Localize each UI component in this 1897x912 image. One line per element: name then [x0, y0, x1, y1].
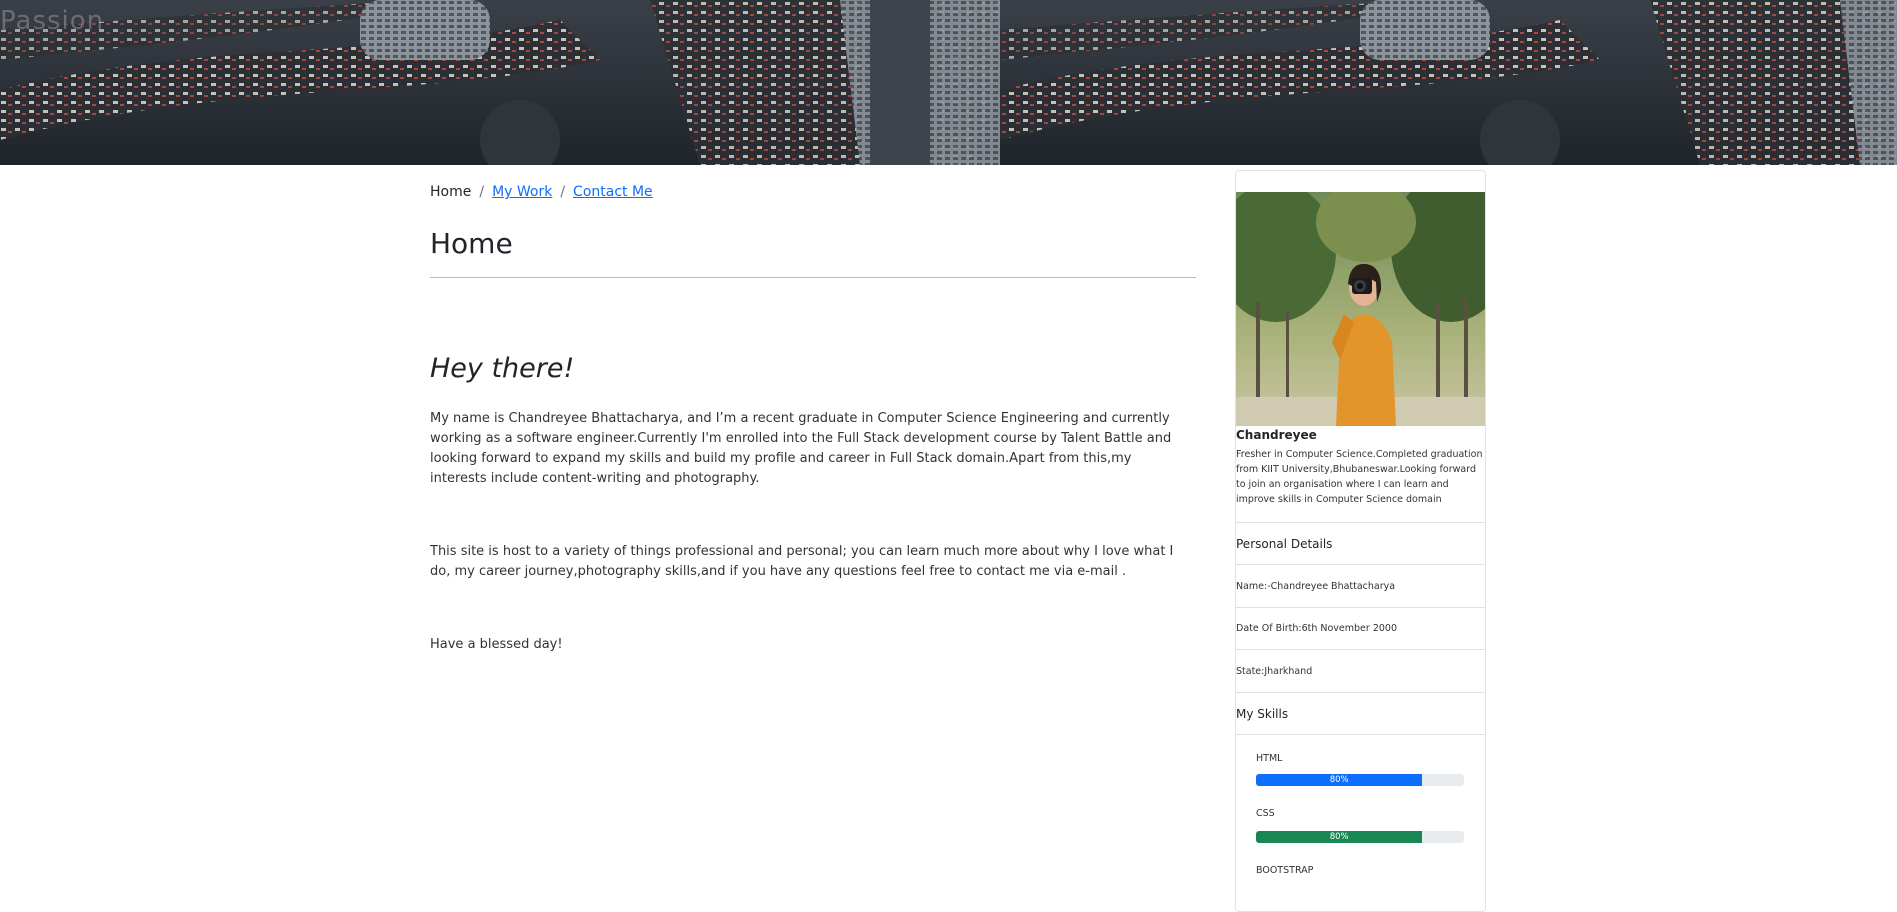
- site-description-paragraph: This site is host to a variety of things…: [430, 544, 1174, 580]
- city-traffic-banner-image: [0, 0, 1897, 165]
- skill-css-label: CSS: [1256, 808, 1275, 819]
- profile-card: Chandreyee Fresher in Computer Science.C…: [1235, 170, 1486, 912]
- main-content: Home / My Work / Contact Me Home Hey the…: [430, 180, 1196, 655]
- detail-dob-text: Date Of Birth:6th November 2000: [1236, 623, 1398, 634]
- title-divider: [430, 277, 1196, 278]
- skill-css-progress: 80%: [1256, 831, 1464, 843]
- skill-html-progress: 80%: [1256, 774, 1464, 786]
- detail-dob: Date Of Birth:6th November 2000: [1236, 607, 1485, 649]
- personal-details-heading: Personal Details: [1236, 522, 1485, 564]
- personal-details-heading-text: Personal Details: [1236, 536, 1333, 551]
- detail-state: State:Jharkhand: [1236, 649, 1485, 692]
- header-banner: Passion: [0, 0, 1897, 165]
- breadcrumb: Home / My Work / Contact Me: [430, 180, 1196, 204]
- skill-bootstrap-label: BOOTSTRAP: [1256, 865, 1314, 876]
- my-skills-heading: My Skills: [1236, 692, 1485, 734]
- profile-photo: [1236, 192, 1485, 426]
- breadcrumb-contact-me-link[interactable]: Contact Me: [573, 184, 653, 200]
- banner-title: Passion: [0, 6, 105, 36]
- breadcrumb-home: Home: [430, 184, 472, 200]
- skill-html-progress-fill: 80%: [1256, 774, 1423, 786]
- detail-name-text: Name:-Chandreyee Bhattacharya: [1236, 580, 1396, 592]
- skill-html-label: HTML: [1256, 753, 1283, 764]
- breadcrumb-separator: /: [560, 184, 566, 200]
- intro-paragraph: My name is Chandreyee Bhattacharya, and …: [430, 411, 1172, 487]
- page-title: Home: [430, 227, 513, 260]
- closing-paragraph: Have a blessed day!: [430, 637, 563, 653]
- detail-state-text: State:Jharkhand: [1236, 665, 1313, 677]
- breadcrumb-separator: /: [479, 184, 485, 200]
- skill-css-progress-fill: 80%: [1256, 831, 1423, 843]
- greeting-heading: Hey there!: [430, 353, 575, 384]
- breadcrumb-my-work-link[interactable]: My Work: [492, 184, 552, 200]
- skills-list: HTML 80% CSS 80% BOOTSTRAP: [1236, 734, 1485, 911]
- detail-name: Name:-Chandreyee Bhattacharya: [1236, 564, 1485, 607]
- profile-bio: Fresher in Computer Science.Completed gr…: [1236, 449, 1483, 505]
- profile-name: Chandreyee: [1236, 428, 1317, 442]
- my-skills-heading-text: My Skills: [1236, 706, 1289, 721]
